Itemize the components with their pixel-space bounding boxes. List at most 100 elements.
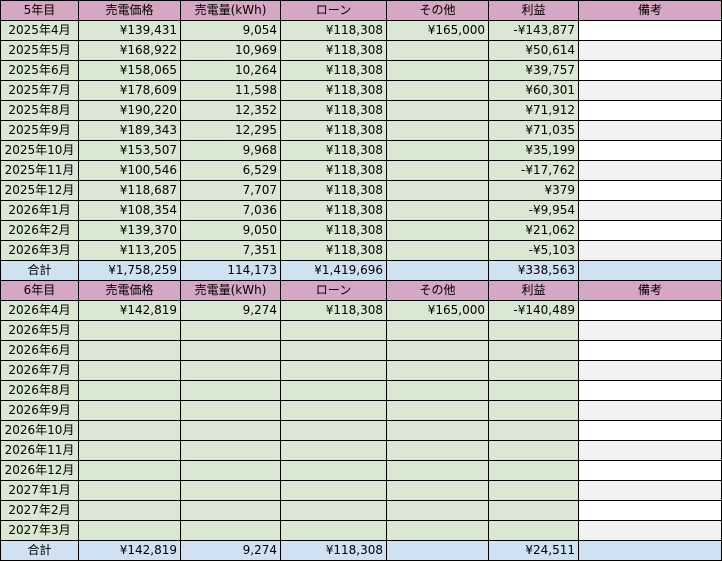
cell-profit[interactable]: ¥35,199 — [488, 140, 579, 161]
cell-sale-price[interactable]: ¥158,065 — [78, 60, 181, 81]
cell-sale-price[interactable] — [78, 500, 181, 521]
cell-sale-price[interactable]: ¥153,507 — [78, 140, 181, 161]
cell-month[interactable]: 2025年7月 — [0, 80, 79, 101]
cell-month[interactable]: 2025年9月 — [0, 120, 79, 141]
cell-sale-kwh[interactable] — [180, 380, 281, 401]
cell-month[interactable]: 2025年8月 — [0, 100, 79, 121]
cell-sale-price[interactable] — [78, 420, 181, 441]
cell-loan[interactable]: ¥118,308 — [280, 80, 387, 101]
cell-note[interactable] — [578, 400, 722, 421]
cell-sale-price[interactable]: ¥139,370 — [78, 220, 181, 241]
cell-other[interactable] — [386, 500, 489, 521]
total-label[interactable]: 合計 — [0, 260, 79, 281]
cell-loan[interactable]: ¥118,308 — [280, 160, 387, 181]
cell-loan[interactable] — [280, 460, 387, 481]
cell-profit[interactable] — [488, 320, 579, 341]
cell-profit[interactable] — [488, 340, 579, 361]
cell-sale-kwh[interactable]: 10,264 — [180, 60, 281, 81]
cell-month[interactable]: 2026年9月 — [0, 400, 79, 421]
cell-note[interactable] — [578, 40, 722, 61]
cell-sale-kwh[interactable]: 6,529 — [180, 160, 281, 181]
cell-other[interactable]: ¥165,000 — [386, 300, 489, 321]
cell-note[interactable] — [578, 160, 722, 181]
cell-profit[interactable]: ¥60,301 — [488, 80, 579, 101]
cell-note[interactable] — [578, 100, 722, 121]
total-cell-note[interactable] — [578, 260, 722, 281]
cell-note[interactable] — [578, 380, 722, 401]
header-cell-loan[interactable]: ローン — [280, 280, 387, 301]
cell-sale-price[interactable]: ¥113,205 — [78, 240, 181, 261]
cell-other[interactable] — [386, 440, 489, 461]
cell-sale-kwh[interactable] — [180, 460, 281, 481]
cell-loan[interactable] — [280, 360, 387, 381]
cell-sale-kwh[interactable]: 7,707 — [180, 180, 281, 201]
cell-sale-price[interactable]: ¥189,343 — [78, 120, 181, 141]
cell-sale-kwh[interactable] — [180, 440, 281, 461]
cell-sale-kwh[interactable] — [180, 420, 281, 441]
header-cell-sale-price[interactable]: 売電価格 — [78, 0, 181, 21]
header-cell-note[interactable]: 備考 — [578, 0, 722, 21]
cell-month[interactable]: 2026年3月 — [0, 240, 79, 261]
cell-sale-kwh[interactable] — [180, 400, 281, 421]
cell-profit[interactable] — [488, 460, 579, 481]
cell-other[interactable] — [386, 180, 489, 201]
cell-other[interactable] — [386, 100, 489, 121]
cell-note[interactable] — [578, 440, 722, 461]
cell-loan[interactable]: ¥118,308 — [280, 180, 387, 201]
cell-month[interactable]: 2025年6月 — [0, 60, 79, 81]
cell-loan[interactable] — [280, 420, 387, 441]
cell-other[interactable] — [386, 400, 489, 421]
cell-loan[interactable] — [280, 520, 387, 541]
cell-profit[interactable] — [488, 360, 579, 381]
cell-month[interactable]: 2025年12月 — [0, 180, 79, 201]
cell-sale-kwh[interactable]: 7,351 — [180, 240, 281, 261]
cell-other[interactable] — [386, 40, 489, 61]
cell-note[interactable] — [578, 460, 722, 481]
cell-profit[interactable]: -¥140,489 — [488, 300, 579, 321]
cell-note[interactable] — [578, 240, 722, 261]
cell-note[interactable] — [578, 500, 722, 521]
cell-sale-price[interactable] — [78, 360, 181, 381]
cell-profit[interactable]: ¥21,062 — [488, 220, 579, 241]
cell-other[interactable] — [386, 240, 489, 261]
cell-sale-price[interactable]: ¥178,609 — [78, 80, 181, 101]
header-cell-sale-price[interactable]: 売電価格 — [78, 280, 181, 301]
cell-other[interactable] — [386, 420, 489, 441]
cell-other[interactable] — [386, 140, 489, 161]
cell-month[interactable]: 2027年3月 — [0, 520, 79, 541]
cell-profit[interactable] — [488, 400, 579, 421]
total-label[interactable]: 合計 — [0, 540, 79, 561]
total-cell-note[interactable] — [578, 540, 722, 561]
total-cell-sale-kwh[interactable]: 9,274 — [180, 540, 281, 561]
cell-note[interactable] — [578, 180, 722, 201]
cell-note[interactable] — [578, 200, 722, 221]
header-cell-month[interactable]: 6年目 — [0, 280, 79, 301]
cell-profit[interactable] — [488, 380, 579, 401]
header-cell-month[interactable]: 5年目 — [0, 0, 79, 21]
cell-month[interactable]: 2026年6月 — [0, 340, 79, 361]
cell-note[interactable] — [578, 300, 722, 321]
cell-other[interactable] — [386, 460, 489, 481]
cell-sale-price[interactable] — [78, 380, 181, 401]
cell-month[interactable]: 2026年4月 — [0, 300, 79, 321]
cell-sale-price[interactable]: ¥108,354 — [78, 200, 181, 221]
cell-other[interactable] — [386, 480, 489, 501]
cell-note[interactable] — [578, 140, 722, 161]
cell-month[interactable]: 2026年5月 — [0, 320, 79, 341]
cell-loan[interactable]: ¥118,308 — [280, 60, 387, 81]
cell-sale-price[interactable] — [78, 440, 181, 461]
cell-loan[interactable] — [280, 480, 387, 501]
cell-month[interactable]: 2027年1月 — [0, 480, 79, 501]
cell-sale-kwh[interactable]: 7,036 — [180, 200, 281, 221]
cell-month[interactable]: 2026年10月 — [0, 420, 79, 441]
cell-sale-kwh[interactable]: 10,969 — [180, 40, 281, 61]
header-cell-note[interactable]: 備考 — [578, 280, 722, 301]
total-cell-sale-kwh[interactable]: 114,173 — [180, 260, 281, 281]
cell-other[interactable] — [386, 360, 489, 381]
cell-sale-kwh[interactable] — [180, 480, 281, 501]
header-cell-other[interactable]: その他 — [386, 0, 489, 21]
cell-sale-price[interactable]: ¥190,220 — [78, 100, 181, 121]
cell-sale-price[interactable]: ¥139,431 — [78, 20, 181, 41]
cell-sale-kwh[interactable] — [180, 360, 281, 381]
cell-loan[interactable] — [280, 380, 387, 401]
